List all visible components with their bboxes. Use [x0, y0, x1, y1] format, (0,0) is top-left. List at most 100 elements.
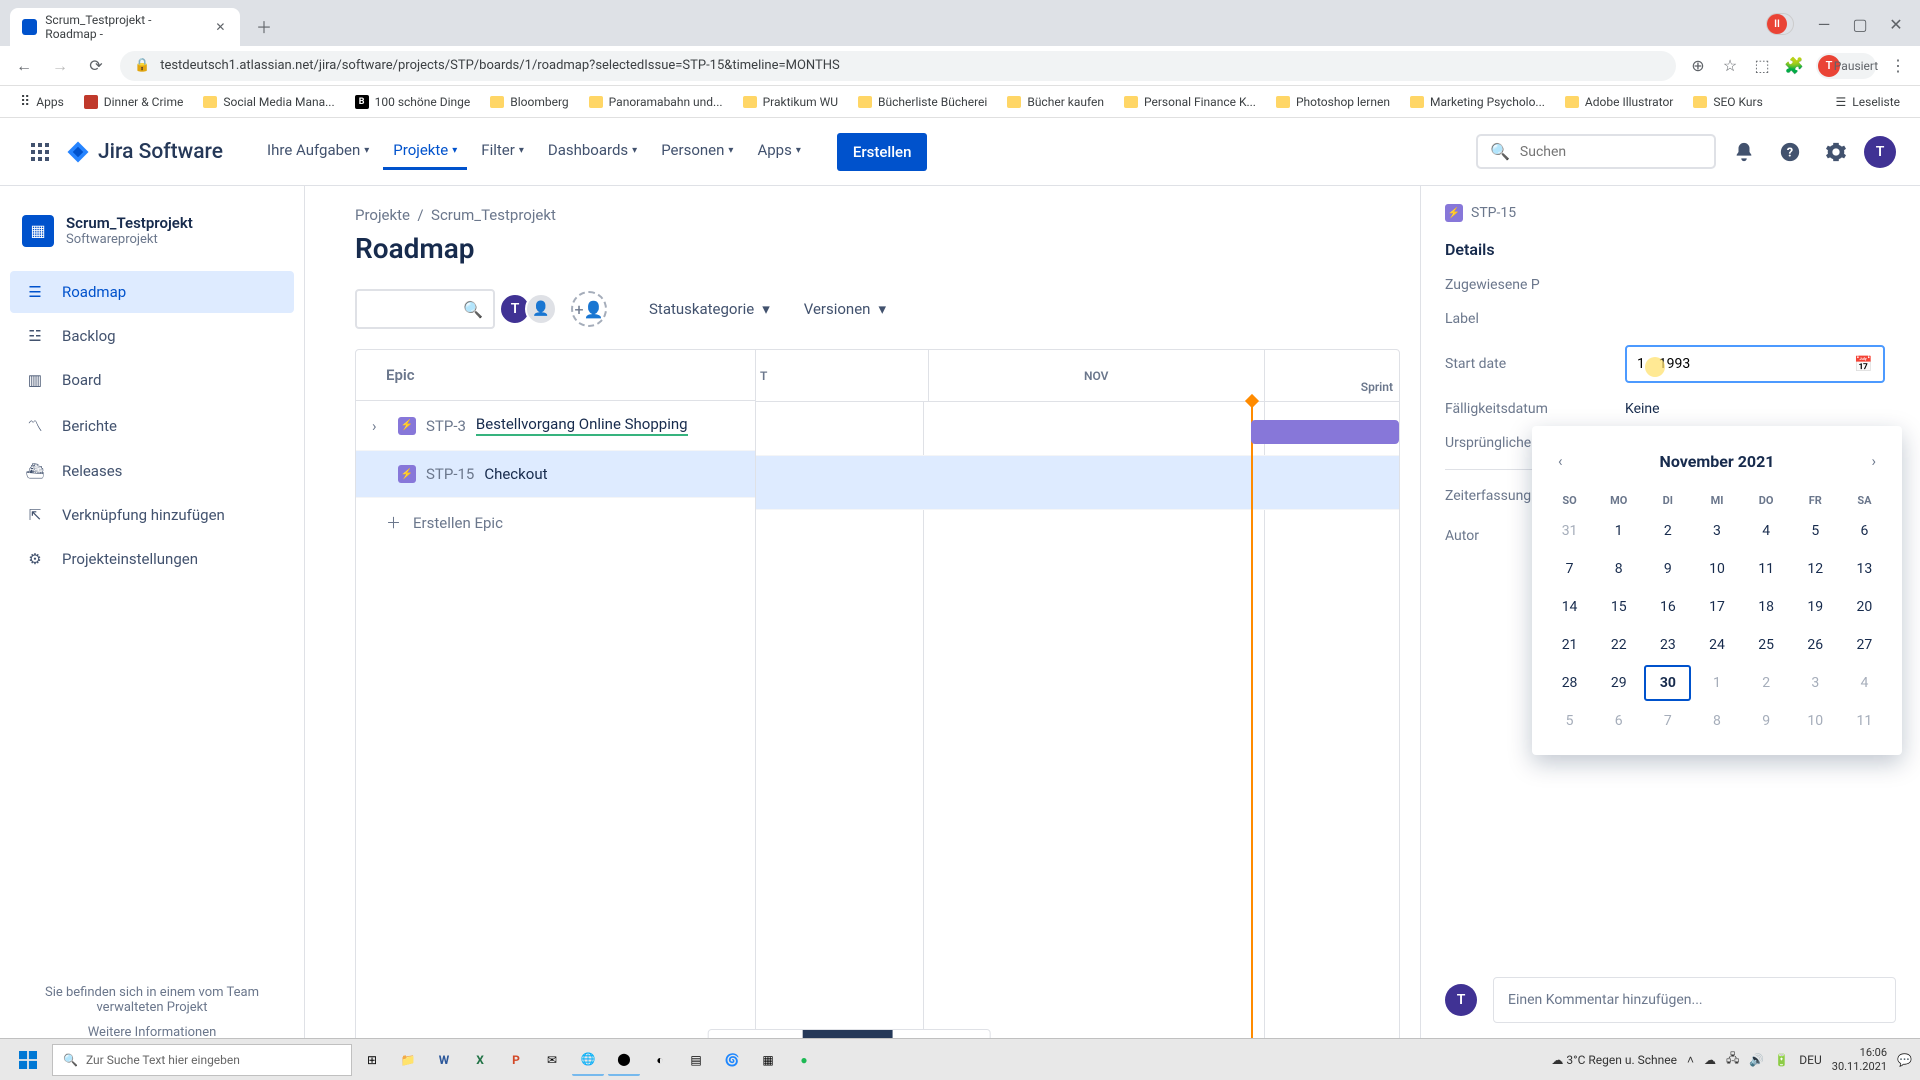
nav-dashboards[interactable]: Dashboards▾ [538, 133, 647, 170]
calendar-day[interactable]: 7 [1546, 551, 1593, 587]
gantt-bar[interactable] [1251, 420, 1399, 444]
calendar-day[interactable]: 18 [1743, 589, 1790, 625]
reading-list-button[interactable]: ☰Leseliste [1828, 91, 1908, 113]
calendar-day[interactable]: 31 [1546, 513, 1593, 549]
calendar-day[interactable]: 17 [1693, 589, 1740, 625]
next-month-icon[interactable]: › [1867, 448, 1880, 474]
reload-icon[interactable]: ⟳ [84, 54, 108, 78]
calendar-day[interactable]: 29 [1595, 665, 1642, 701]
sidebar-item-releases[interactable]: ⛴Releases [10, 450, 294, 492]
calendar-day[interactable]: 8 [1693, 703, 1740, 739]
start-button[interactable] [8, 1043, 48, 1077]
calendar-day[interactable]: 6 [1595, 703, 1642, 739]
calendar-icon[interactable]: 📅 [1854, 355, 1873, 373]
task-view-icon[interactable]: ⊞ [356, 1044, 388, 1076]
sidebar-item-add-link[interactable]: ⇱Verknüpfung hinzufügen [10, 494, 294, 536]
comment-input[interactable]: Einen Kommentar hinzufügen... [1493, 977, 1896, 1023]
calendar-day[interactable]: 20 [1841, 589, 1888, 625]
bookmark-item[interactable]: Bücher kaufen [999, 91, 1112, 113]
calendar-day[interactable]: 21 [1546, 627, 1593, 663]
calendar-day[interactable]: 28 [1546, 665, 1593, 701]
calendar-day[interactable]: 25 [1743, 627, 1790, 663]
calendar-day[interactable]: 11 [1743, 551, 1790, 587]
puzzle-icon[interactable]: 🧩 [1784, 56, 1804, 76]
clock[interactable]: 16:06 30.11.2021 [1832, 1046, 1887, 1072]
calendar-day[interactable]: 23 [1644, 627, 1691, 663]
zoom-icon[interactable]: ⊕ [1688, 56, 1708, 76]
bookmark-item[interactable]: Photoshop lernen [1268, 91, 1398, 113]
settings-icon[interactable] [1818, 134, 1854, 170]
bookmark-item[interactable]: Bücherliste Bücherei [850, 91, 995, 113]
maximize-icon[interactable]: ▢ [1846, 10, 1874, 38]
menu-icon[interactable]: ⋮ [1888, 56, 1908, 76]
calendar-day[interactable]: 22 [1595, 627, 1642, 663]
notifications-icon[interactable] [1726, 134, 1762, 170]
calendar-day[interactable]: 6 [1841, 513, 1888, 549]
calendar-day[interactable]: 7 [1644, 703, 1691, 739]
bookmark-item[interactable]: Personal Finance K... [1116, 91, 1264, 113]
status-filter[interactable]: Statuskategorie▾ [637, 300, 782, 318]
notifications-icon[interactable]: 💬 [1897, 1053, 1912, 1067]
duedate-value[interactable]: Keine [1625, 401, 1896, 417]
prev-month-icon[interactable]: ‹ [1554, 448, 1567, 474]
bookmark-item[interactable]: Praktikum WU [735, 91, 846, 113]
epic-row[interactable]: › ⚡ STP-3 Bestellvorgang Online Shopping [356, 401, 755, 451]
bookmark-item[interactable]: B100 schöne Dinge [347, 91, 479, 113]
app-icon[interactable]: ◐ [644, 1044, 676, 1076]
sidebar-item-reports[interactable]: 〽Berichte [10, 403, 294, 448]
weather-widget[interactable]: ☁ 3°C Regen u. Schnee [1551, 1053, 1677, 1067]
calendar-day[interactable]: 11 [1841, 703, 1888, 739]
nav-apps[interactable]: Apps▾ [747, 133, 810, 170]
battery-icon[interactable]: 🔋 [1774, 1053, 1789, 1067]
calendar-day[interactable]: 3 [1792, 665, 1839, 701]
calendar-day[interactable]: 5 [1546, 703, 1593, 739]
app-icon[interactable]: ▤ [680, 1044, 712, 1076]
minimize-icon[interactable]: — [1810, 10, 1838, 38]
star-icon[interactable]: ☆ [1720, 56, 1740, 76]
nav-your-work[interactable]: Ihre Aufgaben▾ [257, 133, 379, 170]
language-indicator[interactable]: DEU [1799, 1053, 1821, 1067]
volume-icon[interactable]: 🔊 [1749, 1053, 1764, 1067]
calendar-day[interactable]: 2 [1743, 665, 1790, 701]
issue-key-row[interactable]: ⚡ STP-15 [1445, 204, 1896, 222]
profile-badge[interactable]: TPausiert [1816, 53, 1876, 79]
calendar-day[interactable]: 5 [1792, 513, 1839, 549]
search-input[interactable]: 🔍 [1476, 134, 1716, 169]
bookmark-item[interactable]: Social Media Mana... [195, 91, 342, 113]
timeline-body[interactable]: Sprint [756, 402, 1399, 1079]
calendar-day[interactable]: 24 [1693, 627, 1740, 663]
unassigned-avatar[interactable]: 👤 [525, 293, 557, 325]
bookmark-item[interactable]: Dinner & Crime [76, 91, 192, 113]
calendar-day[interactable]: 16 [1644, 589, 1691, 625]
breadcrumb-projects[interactable]: Projekte [355, 206, 410, 224]
close-icon[interactable]: ✕ [213, 19, 228, 35]
help-icon[interactable]: ? [1772, 134, 1808, 170]
calendar-day[interactable]: 19 [1792, 589, 1839, 625]
tray-chevron-icon[interactable]: ˄ [1687, 1053, 1694, 1067]
network-icon[interactable]: 🖧 [1726, 1049, 1739, 1070]
epic-row[interactable]: ⚡ STP-15 Checkout [356, 451, 755, 498]
user-avatar[interactable]: T [1864, 136, 1896, 168]
calendar-day[interactable]: 8 [1595, 551, 1642, 587]
calendar-day[interactable]: 2 [1644, 513, 1691, 549]
calendar-day[interactable]: 3 [1693, 513, 1740, 549]
spotify-icon[interactable]: ● [788, 1044, 820, 1076]
extension-icon[interactable]: ⬚ [1752, 56, 1772, 76]
calendar-day[interactable]: 10 [1693, 551, 1740, 587]
word-icon[interactable]: W [428, 1044, 460, 1076]
sidebar-item-settings[interactable]: ⚙Projekteinstellungen [10, 538, 294, 580]
chevron-right-icon[interactable]: › [372, 417, 388, 435]
powerpoint-icon[interactable]: P [500, 1044, 532, 1076]
close-window-icon[interactable]: ✕ [1882, 10, 1910, 38]
new-tab-button[interactable]: ＋ [248, 10, 280, 42]
apps-button[interactable]: ⠿Apps [12, 90, 72, 114]
calendar-day[interactable]: 12 [1792, 551, 1839, 587]
taskbar-search[interactable]: 🔍 Zur Suche Text hier eingeben [52, 1044, 352, 1076]
bookmark-item[interactable]: Panoramabahn und... [581, 91, 731, 113]
mail-icon[interactable]: ✉ [536, 1044, 568, 1076]
versions-filter[interactable]: Versionen▾ [792, 300, 898, 318]
nav-filters[interactable]: Filter▾ [471, 133, 534, 170]
calendar-day[interactable]: 9 [1644, 551, 1691, 587]
calendar-day[interactable]: 1 [1693, 665, 1740, 701]
bookmark-item[interactable]: Marketing Psycholo... [1402, 91, 1553, 113]
